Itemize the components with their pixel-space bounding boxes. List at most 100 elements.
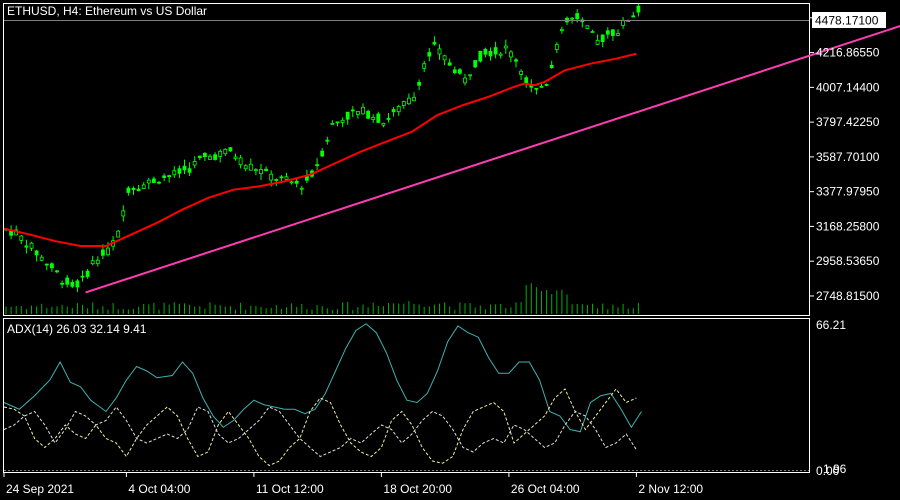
candle-body [172, 170, 177, 176]
price-tick-label: 3587.70100 [816, 150, 880, 164]
time-tick-label: 2 Nov 12:00 [638, 482, 703, 496]
candle-body [320, 150, 325, 157]
candle-body [488, 50, 493, 57]
candle-body [243, 165, 248, 170]
candle-body [519, 70, 523, 75]
candle-body [80, 275, 85, 278]
candle-body [590, 31, 595, 33]
candle-body [560, 28, 564, 31]
candle-body [636, 5, 641, 13]
candle-body [544, 84, 549, 86]
candle-body [70, 282, 75, 287]
candle-body [289, 181, 294, 184]
chart-svg[interactable]: ETHUSD, H4: Ethereum vs US Dollar ADX(14… [0, 0, 900, 500]
candle-body [483, 48, 488, 55]
candle-body [570, 17, 574, 20]
candle-body [611, 29, 615, 36]
price-axis: 4426.587004216.865504007.144003797.42250… [810, 11, 880, 303]
time-tick-label: 11 Oct 12:00 [256, 482, 324, 496]
candle-body [422, 63, 427, 69]
candle-body [427, 52, 432, 57]
candle-body [238, 157, 243, 166]
candle-body [55, 270, 59, 273]
candle-body [218, 150, 223, 157]
candle-body [621, 20, 625, 26]
candle-body [355, 111, 360, 115]
candle-body [121, 210, 126, 217]
candle-body [90, 260, 95, 265]
candle-body [478, 50, 483, 62]
candle-body [299, 187, 304, 190]
candle-body [554, 44, 559, 50]
candle-body [233, 156, 238, 159]
candle-body [202, 152, 207, 157]
candle-body [391, 109, 396, 113]
candle-body [213, 154, 218, 160]
candle-body [60, 282, 64, 285]
candle-body [386, 118, 391, 120]
candle-body [340, 119, 345, 123]
time-tick-label: 26 Oct 04:00 [511, 482, 580, 496]
adx-axis-level: 1.96 [823, 462, 847, 476]
candle-body [330, 123, 335, 125]
candle-body [167, 175, 172, 178]
candle-body [106, 247, 110, 256]
time-tick-label: 4 Oct 04:00 [128, 482, 190, 496]
price-tick-label: 3377.97950 [816, 185, 880, 199]
candle-body [131, 187, 136, 190]
candle-body [187, 168, 192, 173]
candle-body [136, 188, 141, 192]
candle-body [417, 82, 422, 86]
candle-body [539, 85, 544, 88]
candle-body [595, 40, 600, 45]
candle-body [366, 110, 371, 119]
current-price-text: 4478.17100 [815, 14, 879, 28]
candle-body [208, 155, 212, 160]
candle-body [493, 47, 498, 55]
price-tick-label: 3797.42250 [816, 115, 880, 129]
candle-body [473, 60, 478, 68]
candle-body [534, 87, 539, 90]
candle-body [463, 77, 467, 84]
candle-body [75, 280, 80, 288]
time-tick-label: 24 Sep 2021 [6, 482, 74, 496]
candle-body [442, 55, 447, 61]
candle-body [85, 270, 90, 277]
candle-body [44, 263, 49, 266]
candle-body [65, 277, 70, 285]
candle-body [315, 164, 320, 167]
price-tick-label: 2958.53650 [816, 254, 880, 268]
candle-body [151, 178, 156, 183]
candle-body [325, 139, 330, 142]
candle-body [361, 106, 365, 115]
candle-body [146, 179, 151, 184]
price-tick-label: 4007.14400 [816, 80, 880, 94]
candle-body [432, 42, 437, 45]
candle-body [335, 121, 340, 124]
candle-body [514, 59, 518, 62]
candle-body [406, 97, 411, 105]
candle-body [34, 250, 39, 256]
candle-body [228, 147, 233, 152]
candle-body [248, 163, 253, 171]
chart-title: ETHUSD, H4: Ethereum vs US Dollar [7, 4, 207, 18]
candle-body [197, 155, 202, 159]
candle-body [401, 101, 406, 106]
candle-body [269, 173, 274, 181]
candle-body [177, 168, 182, 174]
adx-title: ADX(14) 26.03 32.14 9.41 [7, 322, 147, 336]
candle-body [376, 113, 381, 123]
candle-body [631, 15, 636, 18]
candle-body [126, 187, 131, 193]
candle-body [345, 111, 350, 120]
candle-body [264, 168, 269, 172]
candle-body [29, 242, 34, 249]
candle-body [141, 184, 146, 189]
candle-body [600, 34, 605, 43]
candle-body [396, 106, 401, 113]
candle-body [412, 96, 416, 102]
candle-body [452, 69, 457, 74]
candle-body [279, 176, 284, 179]
candle-body [605, 30, 610, 35]
candle-body [294, 180, 299, 184]
